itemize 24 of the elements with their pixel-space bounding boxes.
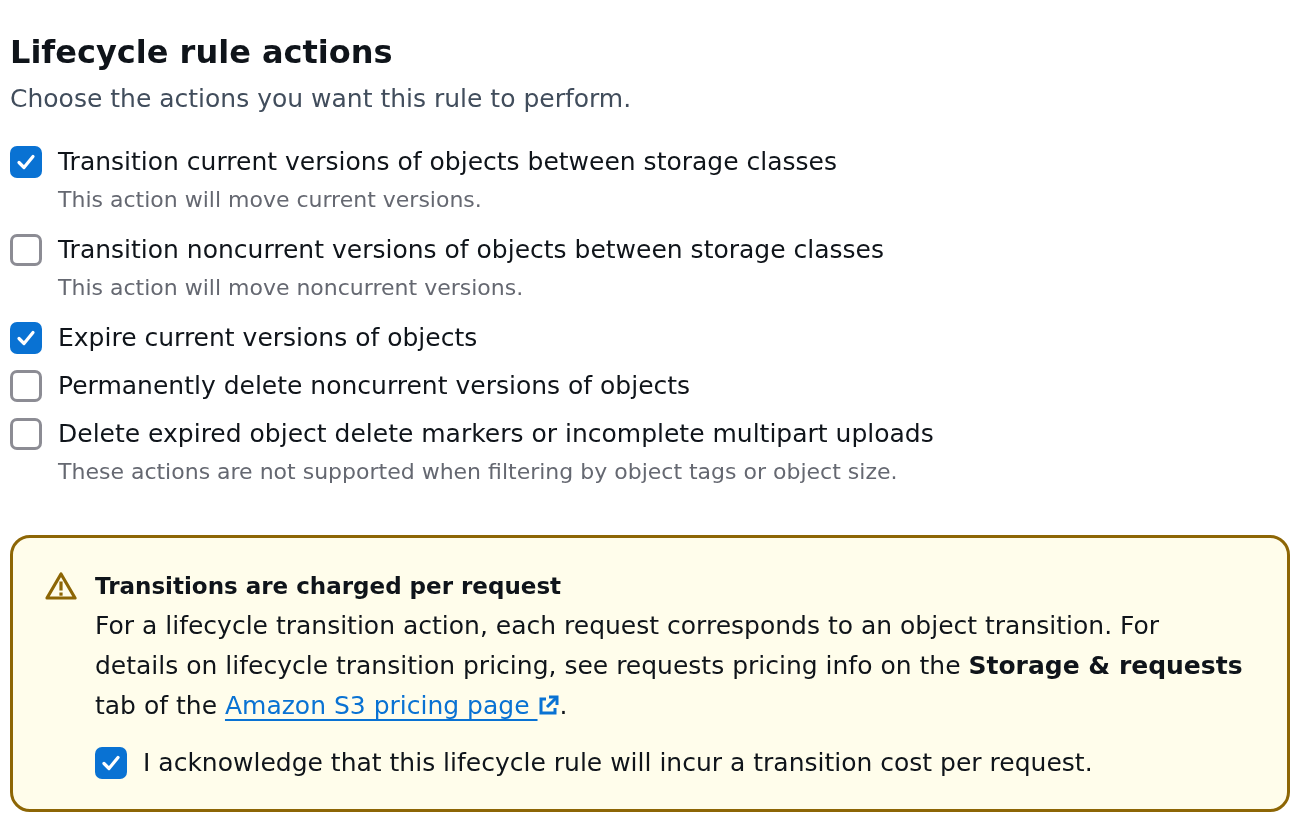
checkbox[interactable] xyxy=(10,234,42,266)
action-label: Transition noncurrent versions of objects between storage classes xyxy=(58,234,884,266)
action-description: This action will move current versions. xyxy=(58,186,482,214)
checkbox[interactable] xyxy=(10,322,42,354)
checkbox[interactable] xyxy=(10,146,42,178)
acknowledge-label: I acknowledge that this lifecycle rule will incur a transition cost per request. xyxy=(143,747,1093,779)
checkbox[interactable] xyxy=(95,747,127,779)
action-label: Expire current versions of objects xyxy=(58,322,478,354)
alert-body: For a lifecycle transition action, each request corresponds to an object transition. For details on lifecycle transition pricing, see requests pricing info on the Storage & requests tab of the Amazon S3 pricing page . xyxy=(95,610,1244,722)
checkmark-icon xyxy=(101,753,121,773)
checkmark-icon xyxy=(16,152,36,172)
action-label: Transition current versions of objects between storage classes xyxy=(58,146,837,178)
pricing-link[interactable]: Amazon S3 pricing page xyxy=(224,691,560,720)
checkmark-icon xyxy=(16,328,36,348)
action-description: This action will move noncurrent versions. xyxy=(58,274,524,302)
checkbox[interactable] xyxy=(10,418,42,450)
section-title: Lifecycle rule actions xyxy=(10,32,393,72)
alert-title: Transitions are charged per request xyxy=(95,572,562,601)
checkbox[interactable] xyxy=(10,370,42,402)
action-label: Delete expired object delete markers or incomplete multipart uploads xyxy=(58,418,934,450)
action-description: These actions are not supported when filtering by object tags or object size. xyxy=(58,458,898,486)
warning-icon xyxy=(45,571,77,601)
section-description: Choose the actions you want this rule to perform. xyxy=(10,83,632,115)
action-label: Permanently delete noncurrent versions of objects xyxy=(58,370,691,402)
